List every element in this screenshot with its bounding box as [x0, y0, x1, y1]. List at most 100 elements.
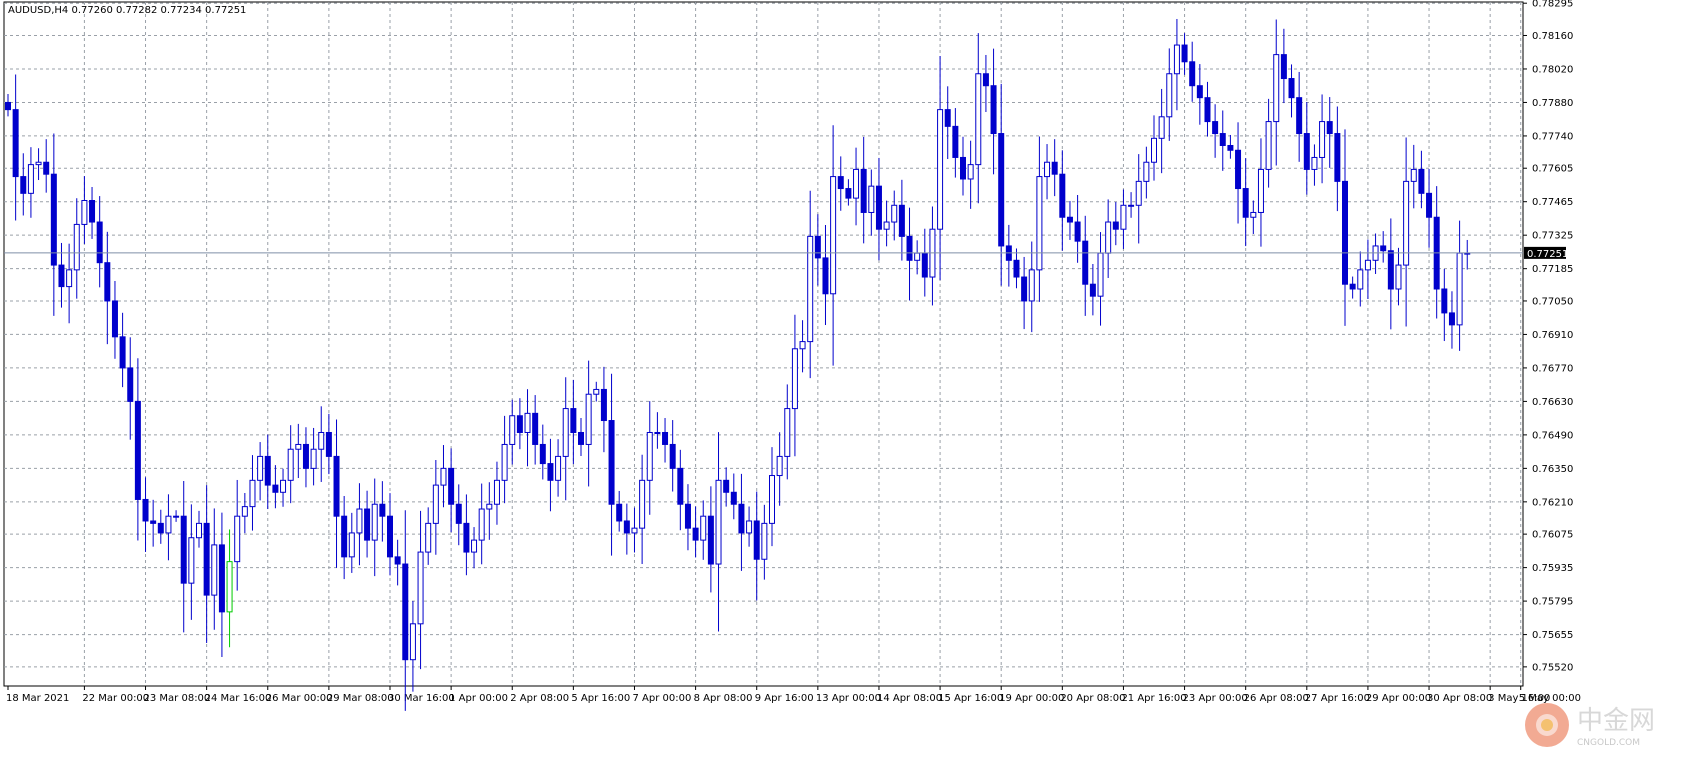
candle-bull [1357, 269, 1364, 290]
chart-svg: 0.78295 0.78160 0.78020 0.77880 0.77740 0.776… [3, 0, 1581, 711]
candle-bear [898, 204, 905, 237]
x-tick-label: 24 Mar 16:00 [205, 693, 272, 704]
y-tick-label: 0.76350 [1532, 464, 1573, 475]
candle-bull [937, 109, 944, 230]
candle-bear [1441, 288, 1448, 314]
candle-bear [96, 221, 103, 264]
x-tick-label: 14 Apr 08:00 [877, 693, 942, 704]
candle-bear [218, 544, 225, 613]
y-tick-label: 0.76770 [1532, 363, 1573, 374]
candle-bear [180, 515, 187, 584]
candle-bear [394, 556, 401, 565]
candle-bull [975, 73, 982, 166]
candle-bear [1242, 188, 1249, 218]
candle-bear [753, 520, 760, 560]
candle-bear [684, 503, 691, 529]
candle-bear [1059, 173, 1066, 218]
candle-bull [478, 508, 485, 541]
candle-bull [417, 551, 424, 625]
y-tick-label: 0.75655 [1532, 630, 1573, 641]
candle-bear [1189, 61, 1196, 87]
candle-bull [1036, 176, 1043, 271]
candle-bull [1173, 44, 1180, 75]
candle-bear [547, 463, 554, 481]
x-tick-label: 30 Mar 16:00 [388, 693, 455, 704]
y-tick-label: 0.75520 [1532, 662, 1573, 673]
x-tick-label: 8 Apr 08:00 [694, 693, 753, 704]
candle-bear [1342, 180, 1348, 285]
candle-bull [440, 467, 447, 486]
candle-bear [111, 300, 118, 338]
candle-bear [532, 412, 539, 445]
candle-bull [27, 164, 34, 194]
candle-bear [1349, 283, 1356, 290]
x-tick-label: 23 Apr 00:00 [1183, 693, 1248, 704]
x-tick-label: 21 Apr 16:00 [1121, 693, 1186, 704]
candle-bull [769, 475, 775, 524]
candle-bull [471, 539, 478, 553]
candle-bear [1021, 276, 1028, 302]
candle-bear [1448, 312, 1455, 326]
candle-bear [982, 73, 989, 87]
candle-bull [196, 522, 202, 539]
candle-bear [302, 443, 309, 469]
candle-bear [1082, 240, 1089, 285]
candle-bull [791, 348, 798, 410]
x-tick-label: 18 Mar 2021 [6, 693, 69, 704]
candle-bear [860, 168, 867, 213]
candle-bull [1143, 161, 1150, 182]
candle-bear [845, 188, 852, 199]
y-tick-label: 0.76490 [1532, 430, 1573, 441]
candle-bull [432, 484, 439, 524]
candle-bull [1166, 73, 1173, 118]
candle-bull [356, 508, 363, 534]
candle-bear [998, 133, 1005, 247]
candle-bull [853, 168, 860, 199]
x-tick-label: 1 Apr 00:00 [449, 693, 508, 704]
candle-bear [1196, 85, 1203, 99]
candle-bear [1074, 221, 1081, 242]
candle-bull [1395, 264, 1402, 290]
candle-bear [89, 200, 96, 223]
candle-bull [188, 537, 195, 584]
candle-bull [81, 200, 88, 225]
candle-bear [1334, 133, 1341, 182]
candle-bear [364, 508, 371, 541]
watermark-logo: 中金网 CNGOLD.COM [1521, 695, 1671, 755]
candle-bear [539, 443, 546, 465]
candle-bull [891, 204, 898, 223]
candle-bear [730, 491, 737, 505]
x-tick-label: 15 Apr 16:00 [938, 693, 1003, 704]
candle-bear [455, 503, 462, 524]
candle-bull [1265, 121, 1272, 170]
candle-bear [5, 101, 11, 111]
candle-bull [348, 532, 355, 558]
candle-bear [1013, 259, 1020, 278]
candle-bear [623, 520, 630, 534]
candle-bull [1044, 161, 1051, 178]
y-tick-label: 0.76210 [1532, 497, 1573, 508]
candle-bear [516, 415, 523, 433]
candle-bear [325, 431, 332, 457]
candle-bear [150, 520, 157, 524]
candle-bear [1181, 44, 1188, 63]
candle-bull [700, 515, 707, 541]
candle-bull [746, 520, 753, 534]
candle-bull [226, 561, 233, 613]
candle-bull [631, 527, 638, 534]
y-tick-label: 0.78020 [1532, 64, 1573, 75]
x-tick-label: 30 Apr 08:00 [1427, 693, 1492, 704]
y-tick-label: 0.77050 [1532, 296, 1573, 307]
candle-bear [1326, 121, 1333, 135]
x-tick-label: 26 Apr 08:00 [1244, 693, 1309, 704]
candle-bull [654, 431, 661, 434]
candle-bull [524, 412, 531, 433]
y-tick-label: 0.77740 [1532, 131, 1573, 142]
candle-bear [142, 498, 149, 522]
candle-bear [608, 420, 615, 505]
watermark-brand: 中金网 [1577, 706, 1655, 736]
candle-bull [257, 455, 264, 481]
candle-bull [35, 161, 42, 166]
chart: 0.78295 0.78160 0.78020 0.77880 0.77740 0.776… [0, 0, 1683, 761]
candle-bull [914, 252, 921, 261]
